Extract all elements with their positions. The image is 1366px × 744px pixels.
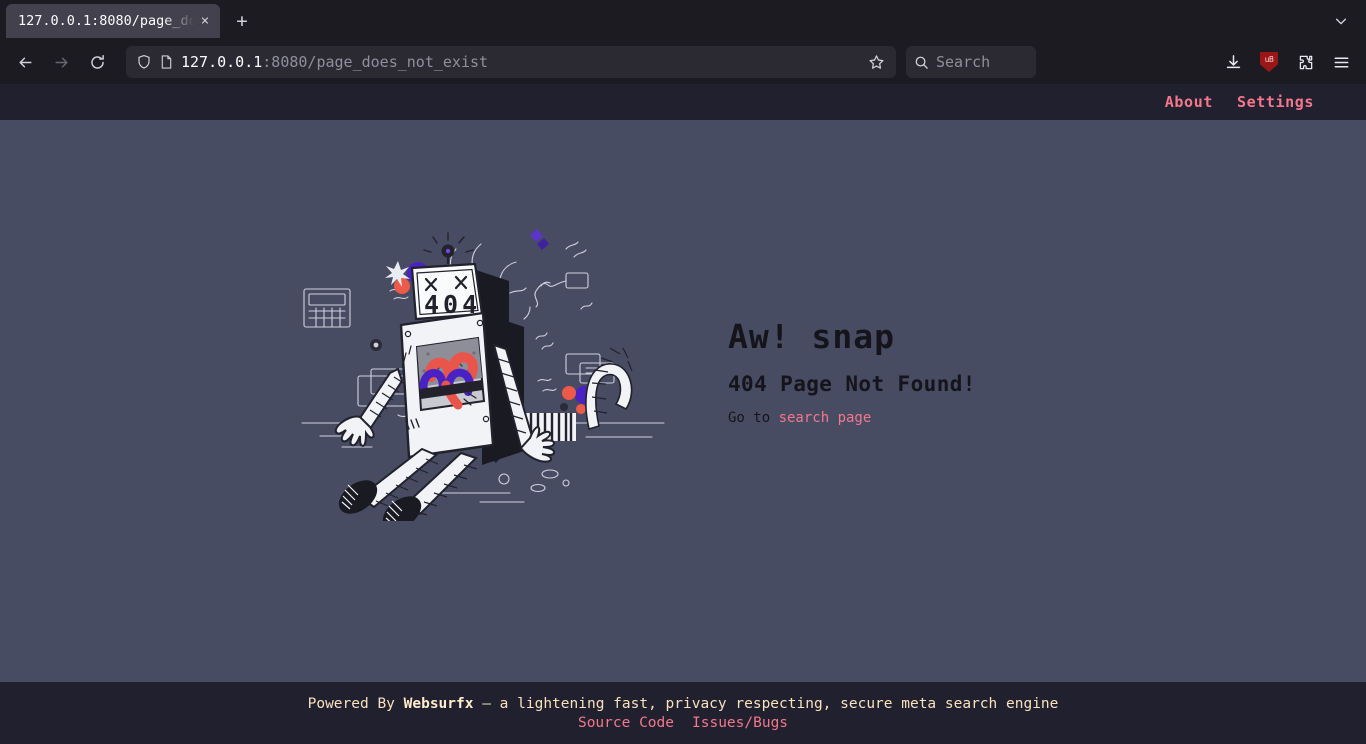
search-page-link[interactable]: search page <box>779 410 872 426</box>
ublock-shield-icon: uB <box>1260 52 1278 72</box>
search-icon <box>915 56 928 69</box>
footer-tagline: Powered By Websurfx – a lightening fast,… <box>308 696 1059 712</box>
shield-icon[interactable] <box>136 54 152 70</box>
back-button[interactable] <box>8 46 42 78</box>
extensions-button[interactable] <box>1288 46 1322 78</box>
arrow-right-icon <box>54 57 68 67</box>
footer-suffix: – a lightening fast, privacy respecting,… <box>473 695 1059 712</box>
list-all-tabs-button[interactable] <box>1326 6 1356 36</box>
footer-prefix: Powered By <box>307 695 404 712</box>
forward-button[interactable] <box>44 46 78 78</box>
footer-brand: Websurfx <box>403 695 474 712</box>
url-path: :8080/page_does_not_exist <box>262 53 489 71</box>
footer-link-issues-bugs[interactable]: Issues/Bugs <box>692 715 788 731</box>
close-icon[interactable]: × <box>196 12 214 30</box>
url-bar[interactable]: 127.0.0.1:8080/page_does_not_exist <box>126 46 896 78</box>
bookmark-button[interactable] <box>862 48 890 76</box>
puzzle-icon <box>1299 55 1312 69</box>
application-menu-button[interactable] <box>1324 46 1358 78</box>
url-host: 127.0.0.1 <box>181 53 263 71</box>
error-title: Aw! snap <box>728 316 895 356</box>
browser-chrome: 127.0.0.1:8080/page_does_not_exist × + <box>0 0 1366 84</box>
search-placeholder: Search <box>936 53 991 71</box>
page-content: About Settings 404 Aw! snap 404 Page Not… <box>0 84 1366 744</box>
browser-tab[interactable]: 127.0.0.1:8080/page_does_not_exist × <box>6 4 220 38</box>
error-goto-line: Go to search page <box>728 410 1068 426</box>
navigation-toolbar: 127.0.0.1:8080/page_does_not_exist Searc… <box>0 40 1366 84</box>
goto-prefix: Go to <box>728 409 779 426</box>
reload-icon <box>90 54 104 69</box>
error-text-block: Aw! snap 404 Page Not Found! Go to searc… <box>728 317 1068 426</box>
arrow-left-icon <box>18 57 32 67</box>
search-bar[interactable]: Search <box>906 46 1036 78</box>
nav-link-about[interactable]: About <box>1165 93 1213 111</box>
tab-title: 127.0.0.1:8080/page_does_not_exist <box>18 13 196 29</box>
broken-robot-illustration: 404 <box>301 229 665 521</box>
page-info-icon[interactable] <box>159 54 174 70</box>
ublock-origin-button[interactable]: uB <box>1252 46 1286 78</box>
error-main: 404 Aw! snap 404 Page Not Found! Go to s… <box>0 120 1366 682</box>
tab-strip: 127.0.0.1:8080/page_does_not_exist × + <box>0 0 1366 40</box>
purple-shard <box>530 229 549 250</box>
footer-links: Source Code Issues/Bugs <box>578 715 788 731</box>
site-footer: Powered By Websurfx – a lightening fast,… <box>0 682 1366 744</box>
url-text: 127.0.0.1:8080/page_does_not_exist <box>181 53 855 71</box>
hamburger-menu-icon <box>1334 56 1348 68</box>
download-icon <box>1226 54 1240 68</box>
new-tab-button[interactable]: + <box>226 5 258 37</box>
site-header: About Settings <box>0 84 1366 120</box>
footer-link-source-code[interactable]: Source Code <box>578 715 674 731</box>
chevron-down-icon <box>1335 18 1347 25</box>
star-icon <box>868 54 884 69</box>
downloads-button[interactable] <box>1216 46 1250 78</box>
reload-button[interactable] <box>80 46 114 78</box>
error-subtitle: 404 Page Not Found! <box>728 371 976 396</box>
nav-link-settings[interactable]: Settings <box>1237 93 1314 111</box>
